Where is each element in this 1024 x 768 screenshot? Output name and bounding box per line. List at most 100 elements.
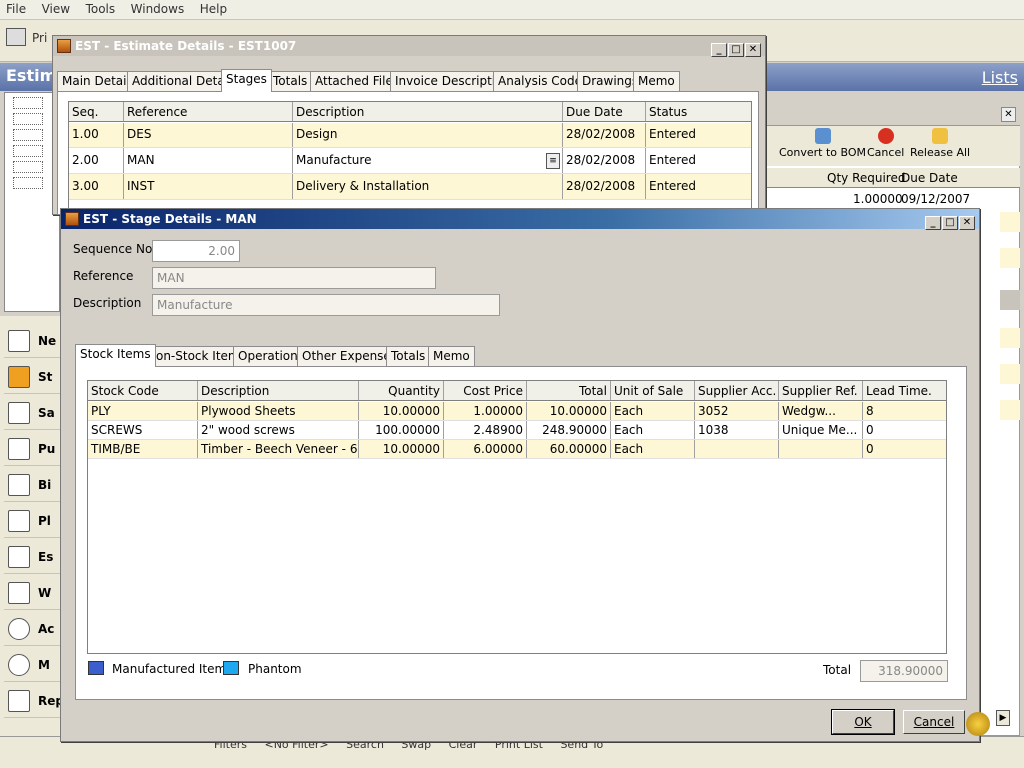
tree-node[interactable] <box>13 177 43 189</box>
tab-memo[interactable]: Memo <box>633 71 680 91</box>
tree-node[interactable] <box>13 161 43 173</box>
bom-grid-header: Qty Required Due Date <box>765 168 1020 188</box>
nav-item-works[interactable]: W <box>4 576 60 610</box>
release-all-button[interactable]: Release All <box>910 128 970 159</box>
stage-titlebar[interactable]: EST - Stage Details - MAN _ □ ✕ <box>61 209 979 230</box>
menu-file[interactable]: File <box>0 0 32 18</box>
menu-help[interactable]: Help <box>194 0 233 18</box>
ok-button[interactable]: OK <box>831 709 895 735</box>
tab-stock-items[interactable]: Stock Items <box>75 344 156 367</box>
column-total[interactable]: Total <box>527 381 611 400</box>
description-field[interactable]: Manufacture <box>152 294 500 316</box>
column-description[interactable]: Description <box>293 102 563 121</box>
stock-icon <box>8 366 30 388</box>
bom-cancel-button[interactable]: Cancel <box>867 128 904 159</box>
planning-icon <box>8 510 30 532</box>
bom-toolbar: Convert to BOM Cancel Release All <box>765 126 1020 166</box>
tab-totals[interactable]: Totals <box>386 346 431 366</box>
maximize-button[interactable]: □ <box>728 43 744 57</box>
convert-to-bom-button[interactable]: Convert to BOM <box>779 128 866 159</box>
column-seq[interactable]: Seq. <box>69 102 124 121</box>
nav-item-stock[interactable]: St <box>4 360 60 394</box>
table-row[interactable]: 2.00 MAN Manufacture ≡ 28/02/2008 Entere… <box>69 148 751 174</box>
stage-window-title: EST - Stage Details - MAN <box>83 212 257 226</box>
estimate-titlebar[interactable]: EST - Estimate Details - EST1007 _ □ ✕ <box>53 36 765 57</box>
close-button[interactable]: ✕ <box>959 216 975 230</box>
column-qty-required[interactable]: Qty Required <box>827 171 905 185</box>
table-row[interactable]: SCREWS 2" wood screws 100.00000 2.48900 … <box>88 421 946 440</box>
minimize-button[interactable]: _ <box>925 216 941 230</box>
column-quantity[interactable]: Quantity <box>359 381 444 400</box>
close-button[interactable]: ✕ <box>745 43 761 57</box>
report-icon <box>8 690 30 712</box>
purchase-icon <box>8 438 30 460</box>
stock-items-grid: Stock Code Description Quantity Cost Pri… <box>87 380 947 654</box>
column-lead-time[interactable]: Lead Time. <box>863 381 946 400</box>
menu-tools[interactable]: Tools <box>80 0 122 18</box>
nav-item-bill[interactable]: Bi <box>4 468 60 502</box>
menu-view[interactable]: View <box>36 0 76 18</box>
table-row[interactable]: PLY Plywood Sheets 10.00000 1.00000 10.0… <box>88 402 946 421</box>
nav-item-purchase[interactable]: Pu <box>4 432 60 466</box>
tree-node[interactable] <box>13 129 43 141</box>
tree-node[interactable] <box>13 97 43 109</box>
column-status[interactable]: Status <box>646 102 751 121</box>
row-stripe <box>1000 248 1020 268</box>
nav-item-planning[interactable]: Pl <box>4 504 60 538</box>
bom-date: 09/12/2007 <box>901 192 971 206</box>
convert-icon <box>814 128 831 144</box>
column-due-date[interactable]: Due Date <box>563 102 646 121</box>
close-icon[interactable]: ✕ <box>1001 107 1016 122</box>
print-label: Pri <box>32 31 48 45</box>
speaker-icon[interactable] <box>966 712 990 736</box>
printer-icon[interactable] <box>6 28 26 46</box>
column-stock-code[interactable]: Stock Code <box>88 381 198 400</box>
column-description[interactable]: Description <box>198 381 359 400</box>
column-supplier-ref[interactable]: Supplier Ref. <box>779 381 863 400</box>
nav-item-estimating[interactable]: Es <box>4 540 60 574</box>
row-stripe <box>1000 212 1020 232</box>
tab-totals[interactable]: Totals <box>268 71 313 91</box>
cancel-button[interactable]: Cancel <box>903 710 965 734</box>
tree-node[interactable] <box>13 145 43 157</box>
lists-button[interactable]: Lists <box>982 68 1018 87</box>
column-supplier-acc[interactable]: Supplier Acc. <box>695 381 779 400</box>
tab-memo[interactable]: Memo <box>428 346 475 366</box>
reference-field[interactable]: MAN <box>152 267 436 289</box>
maximize-button[interactable]: □ <box>942 216 958 230</box>
menu-bar: File View Tools Windows Help <box>0 0 1024 20</box>
stage-tabs: Stock Items Non-Stock Items Operations O… <box>75 344 775 367</box>
estimate-icon <box>8 546 30 568</box>
row-stripe <box>1000 328 1020 348</box>
stage-details-window: EST - Stage Details - MAN _ □ ✕ Sequence N… <box>60 208 980 742</box>
total-field[interactable]: 318.90000 <box>860 660 948 682</box>
table-row[interactable]: 1.00 DES Design 28/02/2008 Entered <box>69 123 751 148</box>
column-unit-of-sale[interactable]: Unit of Sale <box>611 381 695 400</box>
nav-item-reports[interactable]: Rep <box>4 684 64 718</box>
notes-icon[interactable]: ≡ <box>546 153 560 169</box>
sales-icon <box>8 402 30 424</box>
scroll-right-icon[interactable]: ▶ <box>996 710 1010 726</box>
nav-item-accounts[interactable]: Ac <box>4 612 60 646</box>
column-reference[interactable]: Reference <box>124 102 293 121</box>
stages-grid-header: Seq. Reference Description Due Date Stat… <box>69 102 751 122</box>
table-row[interactable]: 3.00 INST Delivery & Installation 28/02/… <box>69 174 751 200</box>
nav-item-maintenance[interactable]: M <box>4 648 60 682</box>
manufactured-legend-label: Manufactured Item <box>112 662 227 676</box>
lock-icon <box>932 128 949 144</box>
tree-node[interactable] <box>13 113 43 125</box>
row-stripe <box>1000 364 1020 384</box>
row-stripe <box>1000 400 1020 420</box>
minimize-button[interactable]: _ <box>711 43 727 57</box>
nav-item-new[interactable]: Ne <box>4 324 60 358</box>
sequence-field[interactable]: 2.00 <box>152 240 240 262</box>
nav-item-sales[interactable]: Sa <box>4 396 60 430</box>
bom-row[interactable]: 1.00000 09/12/2007 <box>765 190 1020 208</box>
column-due-date[interactable]: Due Date <box>901 171 958 185</box>
table-row[interactable]: TIMB/BE Timber - Beech Veneer - 6 Metre … <box>88 440 946 459</box>
bom-qty: 1.00000 <box>853 192 903 206</box>
menu-windows[interactable]: Windows <box>125 0 191 18</box>
tab-stages[interactable]: Stages <box>221 69 272 92</box>
left-nav: Ne St Sa Pu Bi Pl Es W Ac M Rep <box>0 316 64 736</box>
column-cost-price[interactable]: Cost Price <box>444 381 527 400</box>
